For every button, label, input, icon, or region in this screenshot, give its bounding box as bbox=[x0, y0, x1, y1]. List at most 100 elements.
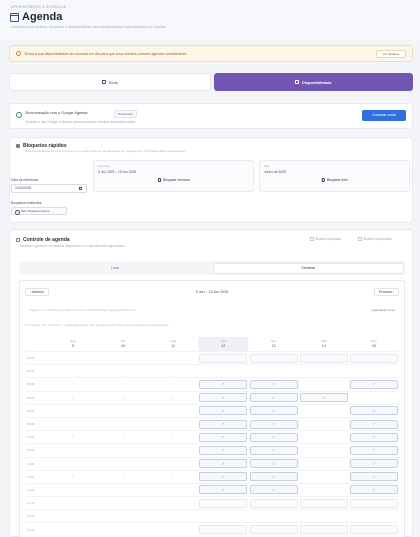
time-slot-cell[interactable] bbox=[198, 366, 248, 376]
time-slot-cell[interactable] bbox=[299, 445, 349, 455]
available-slot[interactable]: ✓ bbox=[199, 472, 248, 482]
time-slot-cell[interactable]: ✓ bbox=[248, 393, 298, 403]
time-slot-cell[interactable]: ✓ bbox=[349, 472, 399, 482]
available-slot[interactable]: ✓ bbox=[349, 472, 398, 482]
available-slot[interactable]: ✓ bbox=[199, 393, 248, 403]
time-slot-cell[interactable] bbox=[198, 511, 248, 521]
time-slot-cell[interactable]: ✓ bbox=[349, 459, 399, 469]
time-slot-cell[interactable]: ✓ bbox=[248, 379, 298, 389]
time-slot-cell[interactable] bbox=[349, 525, 399, 535]
closed-slot[interactable] bbox=[299, 525, 348, 535]
time-slot-cell[interactable]: ✓ bbox=[248, 445, 298, 455]
time-slot-cell[interactable] bbox=[299, 366, 349, 376]
block-week-button[interactable]: Bloquear semana bbox=[157, 178, 190, 182]
time-slot-cell[interactable] bbox=[299, 379, 349, 389]
time-slot-cell[interactable] bbox=[349, 511, 399, 521]
available-slot[interactable]: ✓ bbox=[249, 419, 298, 429]
available-slot[interactable]: ✓ bbox=[249, 406, 298, 416]
available-slot[interactable]: ✓ bbox=[249, 459, 298, 469]
available-slot[interactable]: ✓ bbox=[199, 406, 248, 416]
available-slot[interactable]: ✓ bbox=[249, 485, 298, 495]
time-slot-cell[interactable]: ✓ bbox=[198, 379, 248, 389]
time-slot-cell[interactable]: ✓ bbox=[248, 432, 298, 442]
time-slot-cell[interactable]: ✓ bbox=[198, 419, 248, 429]
time-slot-cell[interactable]: ✓ bbox=[248, 472, 298, 482]
show-busy-checkbox[interactable]: Mostrar ocupados bbox=[310, 237, 341, 241]
available-slot[interactable]: ✓ bbox=[349, 406, 398, 416]
closed-slot[interactable] bbox=[249, 498, 298, 508]
closed-slot[interactable] bbox=[299, 498, 348, 508]
time-slot-cell[interactable] bbox=[299, 459, 349, 469]
connect-account-button[interactable]: Conectar conta bbox=[362, 110, 406, 121]
available-slot[interactable]: ✓ bbox=[349, 379, 398, 389]
available-slot[interactable]: ✓ bbox=[349, 485, 398, 495]
closed-slot[interactable] bbox=[249, 353, 298, 363]
available-slot[interactable]: ✓ bbox=[249, 432, 298, 442]
time-slot-cell[interactable] bbox=[248, 511, 298, 521]
date-picker-icon[interactable] bbox=[79, 187, 82, 190]
time-slot-cell[interactable]: ✓ bbox=[198, 485, 248, 495]
time-slot-cell[interactable]: ✓ bbox=[349, 379, 399, 389]
time-slot-cell[interactable]: ✓ bbox=[299, 393, 349, 403]
view-tab-list[interactable]: Lista bbox=[21, 263, 210, 274]
closed-slot[interactable] bbox=[199, 353, 248, 363]
time-slot-cell[interactable] bbox=[198, 525, 248, 535]
available-slot[interactable]: ✓ bbox=[199, 419, 248, 429]
previous-week-button[interactable]: ‹ Anterior bbox=[25, 288, 50, 296]
reference-date-input[interactable]: 11/06/2025 bbox=[11, 184, 87, 193]
closed-slot[interactable] bbox=[199, 498, 248, 508]
time-slot-cell[interactable]: ✓ bbox=[248, 419, 298, 429]
time-slot-cell[interactable]: ✓ bbox=[349, 445, 399, 455]
time-slot-cell[interactable] bbox=[299, 472, 349, 482]
available-slot[interactable]: ✓ bbox=[199, 459, 248, 469]
available-slot[interactable]: ✓ bbox=[249, 379, 298, 389]
time-slot-cell[interactable] bbox=[299, 525, 349, 535]
available-slot[interactable]: ✓ bbox=[249, 445, 298, 455]
time-slot-cell[interactable] bbox=[248, 353, 298, 363]
time-slot-cell[interactable]: ✓ bbox=[349, 406, 399, 416]
closed-slot[interactable] bbox=[349, 353, 398, 363]
time-slot-cell[interactable] bbox=[248, 366, 298, 376]
alert-details-button[interactable]: Ver detalhes bbox=[376, 50, 406, 58]
time-slot-cell[interactable] bbox=[349, 353, 399, 363]
time-slot-cell[interactable]: ✓ bbox=[198, 393, 248, 403]
time-slot-cell[interactable] bbox=[349, 498, 399, 508]
closed-slot[interactable] bbox=[349, 498, 398, 508]
time-slot-cell[interactable] bbox=[198, 498, 248, 508]
time-slot-cell[interactable] bbox=[248, 525, 298, 535]
time-slot-cell[interactable]: ✓ bbox=[349, 485, 399, 495]
time-slot-cell[interactable] bbox=[349, 366, 399, 376]
view-tab-week[interactable]: Semana bbox=[212, 262, 404, 274]
available-slot[interactable]: ✓ bbox=[249, 472, 298, 482]
time-slot-cell[interactable]: ✓ bbox=[198, 459, 248, 469]
available-slot[interactable]: ✓ bbox=[299, 393, 348, 403]
time-slot-cell[interactable] bbox=[349, 393, 399, 403]
time-slot-cell[interactable]: ✓ bbox=[349, 432, 399, 442]
show-blocked-checkbox[interactable]: Mostrar bloqueados bbox=[358, 237, 392, 241]
tab-slots[interactable]: Slots bbox=[9, 73, 211, 91]
time-slot-cell[interactable]: ✓ bbox=[198, 406, 248, 416]
block-month-button[interactable]: Bloquear mês bbox=[321, 178, 348, 182]
available-slot[interactable]: ✓ bbox=[349, 459, 398, 469]
checkbox-box[interactable] bbox=[310, 237, 314, 241]
time-slot-cell[interactable]: ✓ bbox=[198, 472, 248, 482]
time-slot-cell[interactable]: ✓ bbox=[248, 485, 298, 495]
available-slot[interactable]: ✓ bbox=[199, 485, 248, 495]
time-slot-cell[interactable] bbox=[248, 498, 298, 508]
available-slot[interactable]: ✓ bbox=[199, 379, 248, 389]
time-slot-cell[interactable]: ✓ bbox=[198, 445, 248, 455]
closed-slot[interactable] bbox=[199, 525, 248, 535]
time-slot-cell[interactable] bbox=[299, 485, 349, 495]
time-slot-cell[interactable] bbox=[299, 419, 349, 429]
closed-slot[interactable] bbox=[349, 525, 398, 535]
time-slot-cell[interactable]: ✓ bbox=[349, 419, 399, 429]
time-slot-cell[interactable]: ✓ bbox=[198, 432, 248, 442]
closed-slot[interactable] bbox=[249, 525, 298, 535]
time-slot-cell[interactable] bbox=[299, 406, 349, 416]
available-slot[interactable]: ✓ bbox=[349, 419, 398, 429]
available-slot[interactable]: ✓ bbox=[349, 432, 398, 442]
tab-availability[interactable]: Disponibilidade bbox=[213, 73, 413, 91]
time-slot-cell[interactable]: ✓ bbox=[248, 459, 298, 469]
time-slot-cell[interactable] bbox=[299, 498, 349, 508]
closed-slot[interactable] bbox=[299, 353, 348, 363]
